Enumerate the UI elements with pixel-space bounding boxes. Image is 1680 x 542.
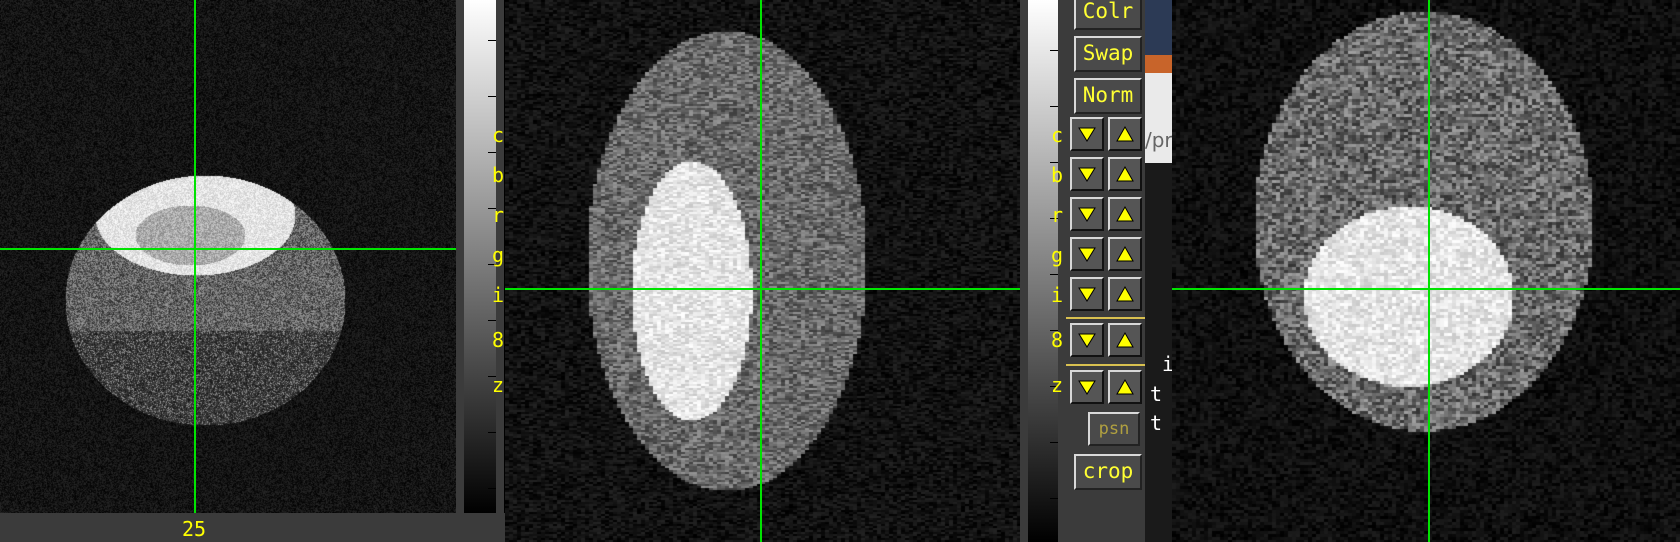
triangle-down-icon[interactable] [1070,117,1104,151]
background-letter: t [1150,411,1163,435]
axial-mri-image[interactable] [0,0,456,513]
crosshair-vertical [194,0,196,513]
background-letter: t [1150,382,1163,406]
sagittal-mri-image[interactable] [505,0,1020,542]
colorbar-tick [488,96,496,97]
crosshair-horizontal [0,248,456,250]
channel-letter: z [492,373,505,397]
crosshair-vertical [760,0,762,542]
channel-letter: 8 [492,328,505,352]
separator [1066,364,1146,366]
axial-view[interactable] [0,0,456,513]
channel-letter: g [492,243,505,267]
triangle-up-icon[interactable] [1108,117,1142,151]
triangle-down-icon[interactable] [1070,323,1104,357]
slice-index-bar [0,513,505,542]
channel-letter: z [1051,373,1064,397]
background-url-fragment: /pr [1145,128,1173,152]
colorbar-tick [488,152,496,153]
background-window-fragment [1145,0,1172,55]
channel-letter: i [1051,283,1064,307]
triangle-down-icon[interactable] [1070,370,1104,404]
crop-button[interactable]: crop [1074,454,1142,490]
sagittal-view[interactable] [505,0,1020,542]
grayscale-colorbar-2 [1028,0,1058,542]
colorbar-tick [1050,106,1058,107]
triangle-down-icon[interactable] [1070,237,1104,271]
coronal-view[interactable] [1172,0,1680,542]
colorbar-tick [1050,274,1058,275]
channel-letter: b [1051,163,1064,187]
separator [1066,317,1146,319]
channel-letter: i [492,283,505,307]
colorbar-tick [488,40,496,41]
channel-letter: 8 [1051,328,1064,352]
channel-letter: c [1051,123,1064,147]
norm-button[interactable]: Norm [1074,78,1142,114]
colorbar-tick [488,432,496,433]
colorbar-tick [1050,442,1058,443]
channel-letter: g [1051,243,1064,267]
channel-letter: c [492,123,505,147]
triangle-up-icon[interactable] [1108,323,1142,357]
coronal-mri-image[interactable] [1172,0,1680,542]
colorbar-tick [1050,498,1058,499]
triangle-up-icon[interactable] [1108,157,1142,191]
colr-button[interactable]: Colr [1074,0,1142,30]
psn-button[interactable]: psn [1088,412,1140,446]
slice-index-label: 25 [182,517,207,541]
triangle-down-icon[interactable] [1070,277,1104,311]
colorbar-tick [488,320,496,321]
triangle-up-icon[interactable] [1108,237,1142,271]
crosshair-horizontal [1172,288,1680,290]
background-window-fragment [1145,55,1172,73]
triangle-up-icon[interactable] [1108,197,1142,231]
colorbar-tick [1050,50,1058,51]
channel-letter: r [1051,203,1064,227]
channel-letter: r [492,203,505,227]
triangle-down-icon[interactable] [1070,197,1104,231]
crosshair-horizontal [505,288,1020,290]
triangle-up-icon[interactable] [1108,370,1142,404]
colorbar-tick [488,488,496,489]
triangle-up-icon[interactable] [1108,277,1142,311]
triangle-down-icon[interactable] [1070,157,1104,191]
crosshair-vertical [1428,0,1430,542]
swap-button[interactable]: Swap [1074,36,1142,72]
channel-letter: b [492,163,505,187]
